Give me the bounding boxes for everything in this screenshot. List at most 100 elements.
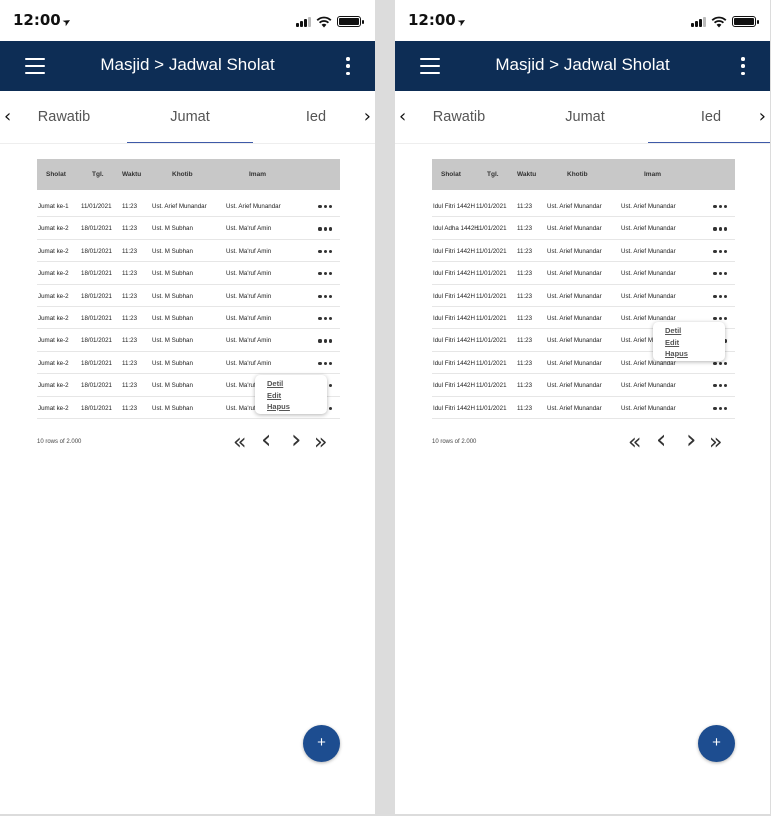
table-cell-khotib: Ust. M Subhan [152, 337, 193, 345]
table-cell-khotib: Ust. Arief Munandar [547, 270, 602, 278]
more-horizontal-icon[interactable] [318, 272, 332, 276]
tab-jumat[interactable]: Jumat [522, 91, 648, 143]
table-cell-waktu: 11:23 [122, 359, 138, 367]
tab-ied[interactable]: Ied [648, 91, 770, 143]
table-cell-sholat: Jumat ke-2 [38, 292, 69, 300]
table-cell-imam: Ust. Arief Munandar [621, 404, 676, 412]
previous-page-icon[interactable]: ‹ [656, 427, 666, 453]
table-cell-imam: Ust. Ma'ruf Amin [226, 225, 272, 233]
table-row: Idul Fitri 1442H 11/01/2021 11:23 Ust. Arie… [432, 195, 735, 218]
more-horizontal-icon[interactable] [713, 406, 727, 410]
menu-item-edit[interactable]: Edit [665, 337, 725, 349]
table-cell-imam: Ust. Arief Munandar [621, 292, 676, 300]
table-cell-khotib: Ust. M Subhan [152, 247, 193, 255]
table-cell-tgl: 18/01/2021 [81, 247, 112, 255]
tab-jumat[interactable]: Jumat [127, 91, 253, 143]
more-vertical-icon[interactable] [740, 57, 746, 75]
menu-item-detil[interactable]: Detil [267, 378, 327, 390]
table-cell-tgl: 11/01/2021 [476, 314, 507, 322]
table-row: Jumat ke-2 18/01/2021 11:23 Ust. M Subhan Us… [37, 285, 340, 307]
status-icons [691, 15, 759, 28]
more-horizontal-icon[interactable] [318, 205, 332, 209]
more-horizontal-icon[interactable] [713, 316, 727, 321]
next-page-icon[interactable]: › [291, 427, 301, 453]
previous-page-icon[interactable]: ‹ [261, 427, 271, 453]
more-horizontal-icon[interactable] [713, 227, 727, 231]
table-cell-tgl: 11/01/2021 [476, 359, 507, 367]
tab-rawatib[interactable]: Rawatib [396, 91, 522, 143]
more-horizontal-icon[interactable] [318, 339, 332, 343]
more-horizontal-icon[interactable] [713, 205, 727, 209]
status-time-text: 12:00 [408, 11, 456, 29]
table-cell-khotib: Ust. M Subhan [152, 359, 193, 367]
app-bar: Masjid > Jadwal Sholat [0, 41, 375, 91]
table-cell-tgl: 11/01/2021 [476, 270, 507, 278]
column-header-waktu: Waktu [122, 171, 142, 178]
table-cell-waktu: 11:23 [517, 359, 533, 367]
signal-icon [296, 16, 311, 27]
table-cell-sholat: Idul Fitri 1442H [433, 270, 475, 278]
more-horizontal-icon[interactable] [713, 249, 727, 253]
table-cell-imam: Ust. Ma'ruf Amin [226, 247, 272, 255]
column-header-tgl: Tgl. [92, 171, 104, 178]
table-cell-sholat: Idul Fitri 1442H [433, 203, 475, 210]
last-page-icon[interactable]: » [709, 432, 722, 454]
more-horizontal-icon[interactable] [713, 384, 727, 388]
more-horizontal-icon[interactable] [713, 361, 727, 365]
table-row: Idul Fitri 1442H 11/01/2021 11:23 Ust. Arie… [432, 285, 735, 307]
table-cell-imam: Ust. Arief Munandar [621, 382, 676, 390]
table-cell-sholat: Jumat ke-2 [38, 404, 69, 412]
table-cell-sholat: Idul Fitri 1442H [433, 359, 475, 367]
menu-item-edit[interactable]: Edit [267, 390, 327, 402]
table-cell-tgl: 18/01/2021 [81, 292, 112, 300]
first-page-icon[interactable]: « [233, 432, 246, 454]
status-time-text: 12:00 [13, 11, 61, 29]
more-vertical-icon[interactable] [345, 57, 351, 75]
chevron-right-icon[interactable]: › [759, 106, 766, 127]
table-row: Jumat ke-2 18/01/2021 11:23 Ust. M Subhan Us… [37, 329, 340, 352]
add-button[interactable]: + [698, 725, 735, 762]
table-cell-khotib: Ust. Arief Munandar [547, 203, 602, 210]
menu-item-hapus[interactable]: Hapus [665, 348, 725, 360]
tab-rawatib[interactable]: Rawatib [1, 91, 127, 143]
table-cell-waktu: 11:23 [122, 337, 138, 345]
menu-item-detil[interactable]: Detil [665, 325, 725, 337]
add-button[interactable]: + [303, 725, 340, 762]
more-horizontal-icon[interactable] [318, 294, 332, 298]
table-cell-tgl: 18/01/2021 [81, 314, 112, 322]
table-cell-waktu: 11:23 [122, 314, 138, 322]
table-cell-khotib: Ust. Arief Munandar [547, 382, 602, 390]
table-cell-waktu: 11:23 [122, 247, 138, 255]
menu-item-hapus[interactable]: Hapus [267, 401, 327, 413]
table-cell-sholat: Idul Fitri 1442H [433, 382, 475, 390]
status-time: 12:00➤ [408, 11, 468, 29]
column-header-sholat: Sholat [441, 171, 461, 178]
table-cell-waktu: 11:23 [122, 382, 138, 390]
table-header: Sholat Tgl. Waktu Khotib Imam [432, 159, 735, 190]
more-horizontal-icon[interactable] [318, 316, 332, 321]
tab-ied[interactable]: Ied [253, 91, 375, 143]
status-time: 12:00➤ [13, 11, 73, 29]
chevron-right-icon[interactable]: › [364, 106, 371, 127]
table-row: Idul Fitri 1442H 11/01/2021 11:23 Ust. Arie… [432, 262, 735, 285]
table-cell-sholat: Idul Fitri 1442H [433, 292, 475, 300]
table-row: Jumat ke-2 18/01/2021 11:23 Ust. M Subhan Us… [37, 240, 340, 263]
wifi-icon [711, 15, 727, 28]
table-cell-tgl: 11/01/2021 [476, 382, 507, 390]
more-horizontal-icon[interactable] [318, 249, 332, 253]
table-cell-khotib: Ust. Arief Munandar [547, 292, 602, 300]
more-horizontal-icon[interactable] [713, 272, 727, 276]
last-page-icon[interactable]: » [314, 432, 327, 454]
column-header-waktu: Waktu [517, 171, 537, 178]
more-horizontal-icon[interactable] [318, 227, 332, 231]
more-horizontal-icon[interactable] [318, 361, 332, 365]
table-cell-sholat: Jumat ke-2 [38, 382, 69, 390]
battery-icon [732, 16, 759, 27]
signal-icon [691, 16, 706, 27]
next-page-icon[interactable]: › [686, 427, 696, 453]
more-horizontal-icon[interactable] [713, 294, 727, 298]
first-page-icon[interactable]: « [628, 432, 641, 454]
table-cell-imam: Ust. Ma'ruf Amin [226, 314, 272, 322]
table-cell-sholat: Jumat ke-2 [38, 247, 69, 255]
table-cell-tgl: 18/01/2021 [81, 404, 112, 412]
